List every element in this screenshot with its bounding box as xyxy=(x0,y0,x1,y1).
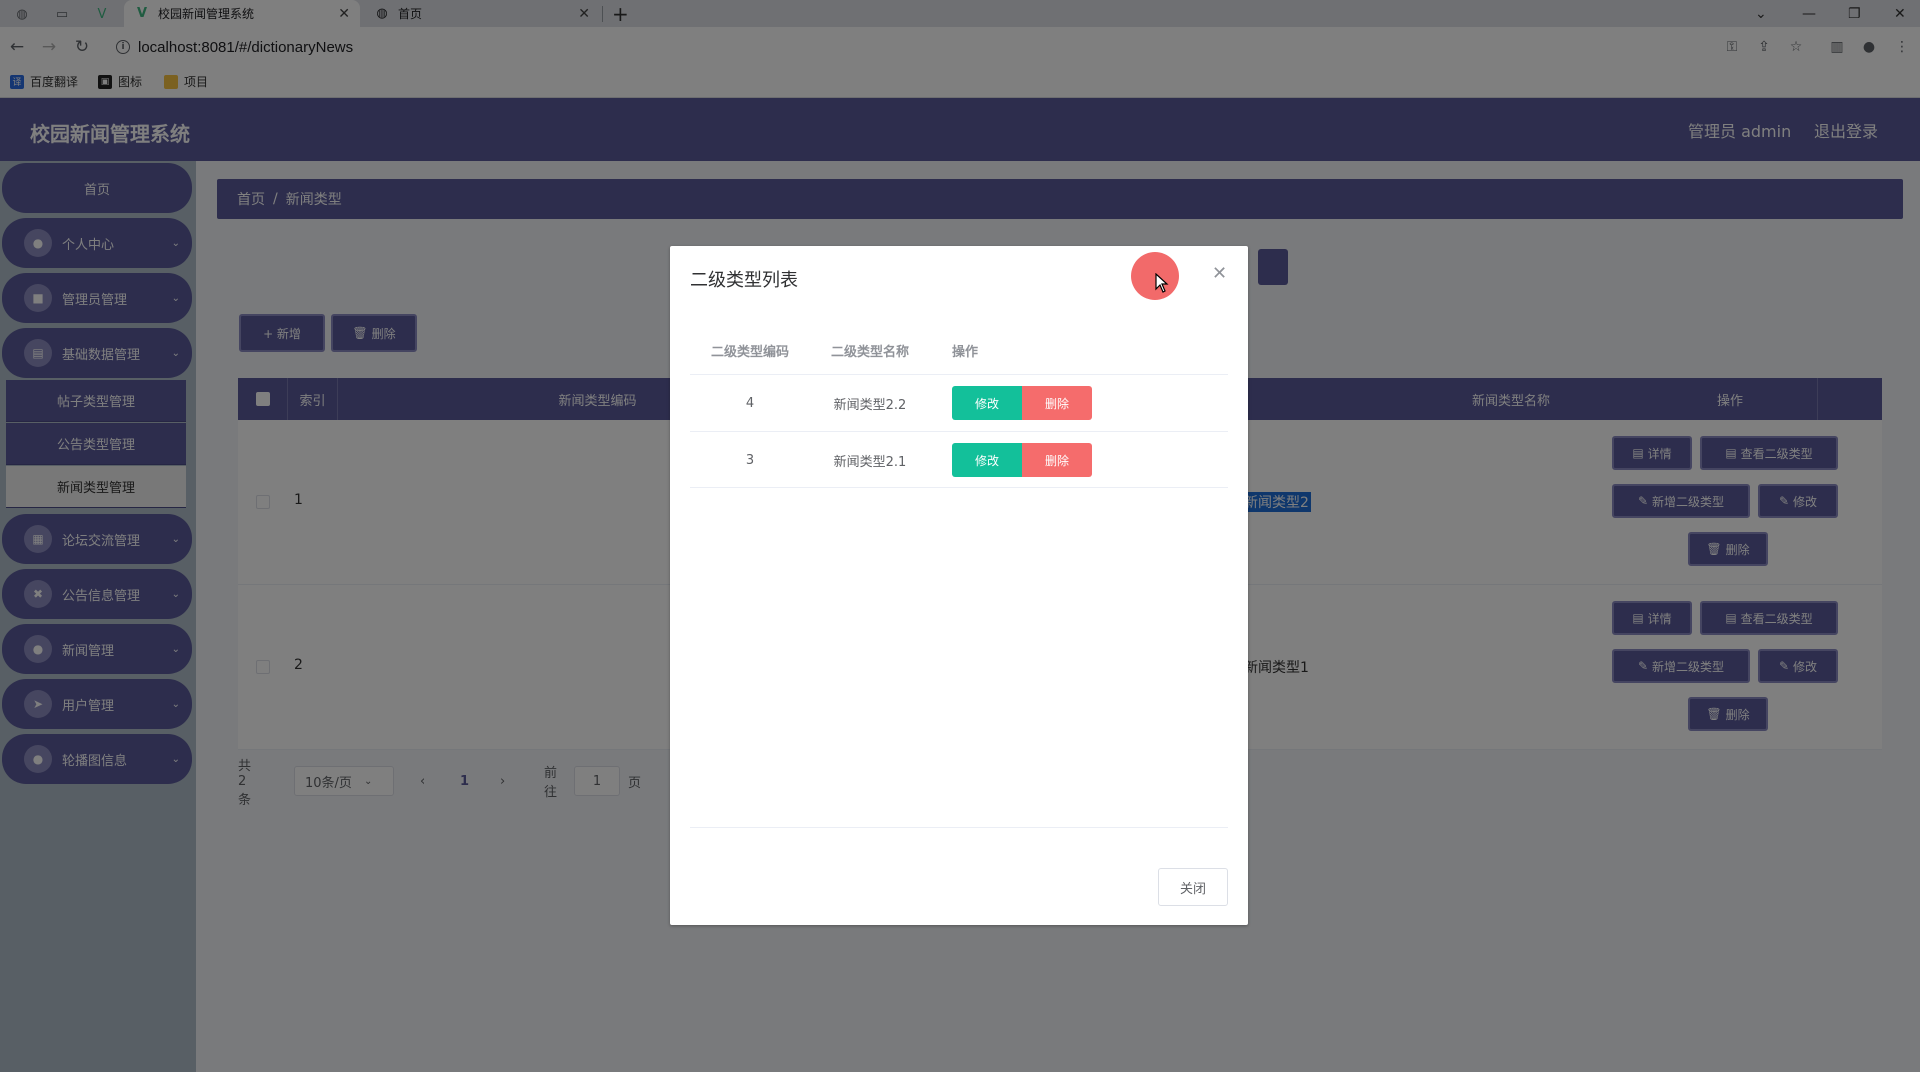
delete-subtype-button[interactable]: 删除 xyxy=(1022,443,1092,477)
col-subtype-actions: 操作 xyxy=(952,344,979,360)
col-subtype-name: 二级类型名称 xyxy=(830,344,909,360)
close-icon[interactable]: ✕ xyxy=(1212,263,1227,284)
subtype-code: 3 xyxy=(745,453,755,468)
subtype-code: 4 xyxy=(745,396,755,411)
edit-subtype-button[interactable]: 修改 xyxy=(952,386,1022,420)
subtype-name: 新闻类型2.2 xyxy=(833,398,907,413)
dialog-title: 二级类型列表 xyxy=(690,270,798,291)
table-row: 3 新闻类型2.1 修改 删除 xyxy=(690,431,1228,488)
dialog-divider xyxy=(690,827,1228,828)
table-row: 4 新闻类型2.2 修改 删除 xyxy=(690,374,1228,431)
subtype-list-dialog: 二级类型列表 ✕ 二级类型编码 二级类型名称 操作 4 新闻类型2.2 修改 删… xyxy=(670,246,1248,925)
delete-subtype-button[interactable]: 删除 xyxy=(1022,386,1092,420)
mouse-cursor-icon xyxy=(1155,273,1169,293)
edit-subtype-button[interactable]: 修改 xyxy=(952,443,1022,477)
close-dialog-button[interactable]: 关闭 xyxy=(1158,868,1228,906)
subtype-name: 新闻类型2.1 xyxy=(833,455,907,470)
col-subtype-code: 二级类型编码 xyxy=(710,344,789,360)
